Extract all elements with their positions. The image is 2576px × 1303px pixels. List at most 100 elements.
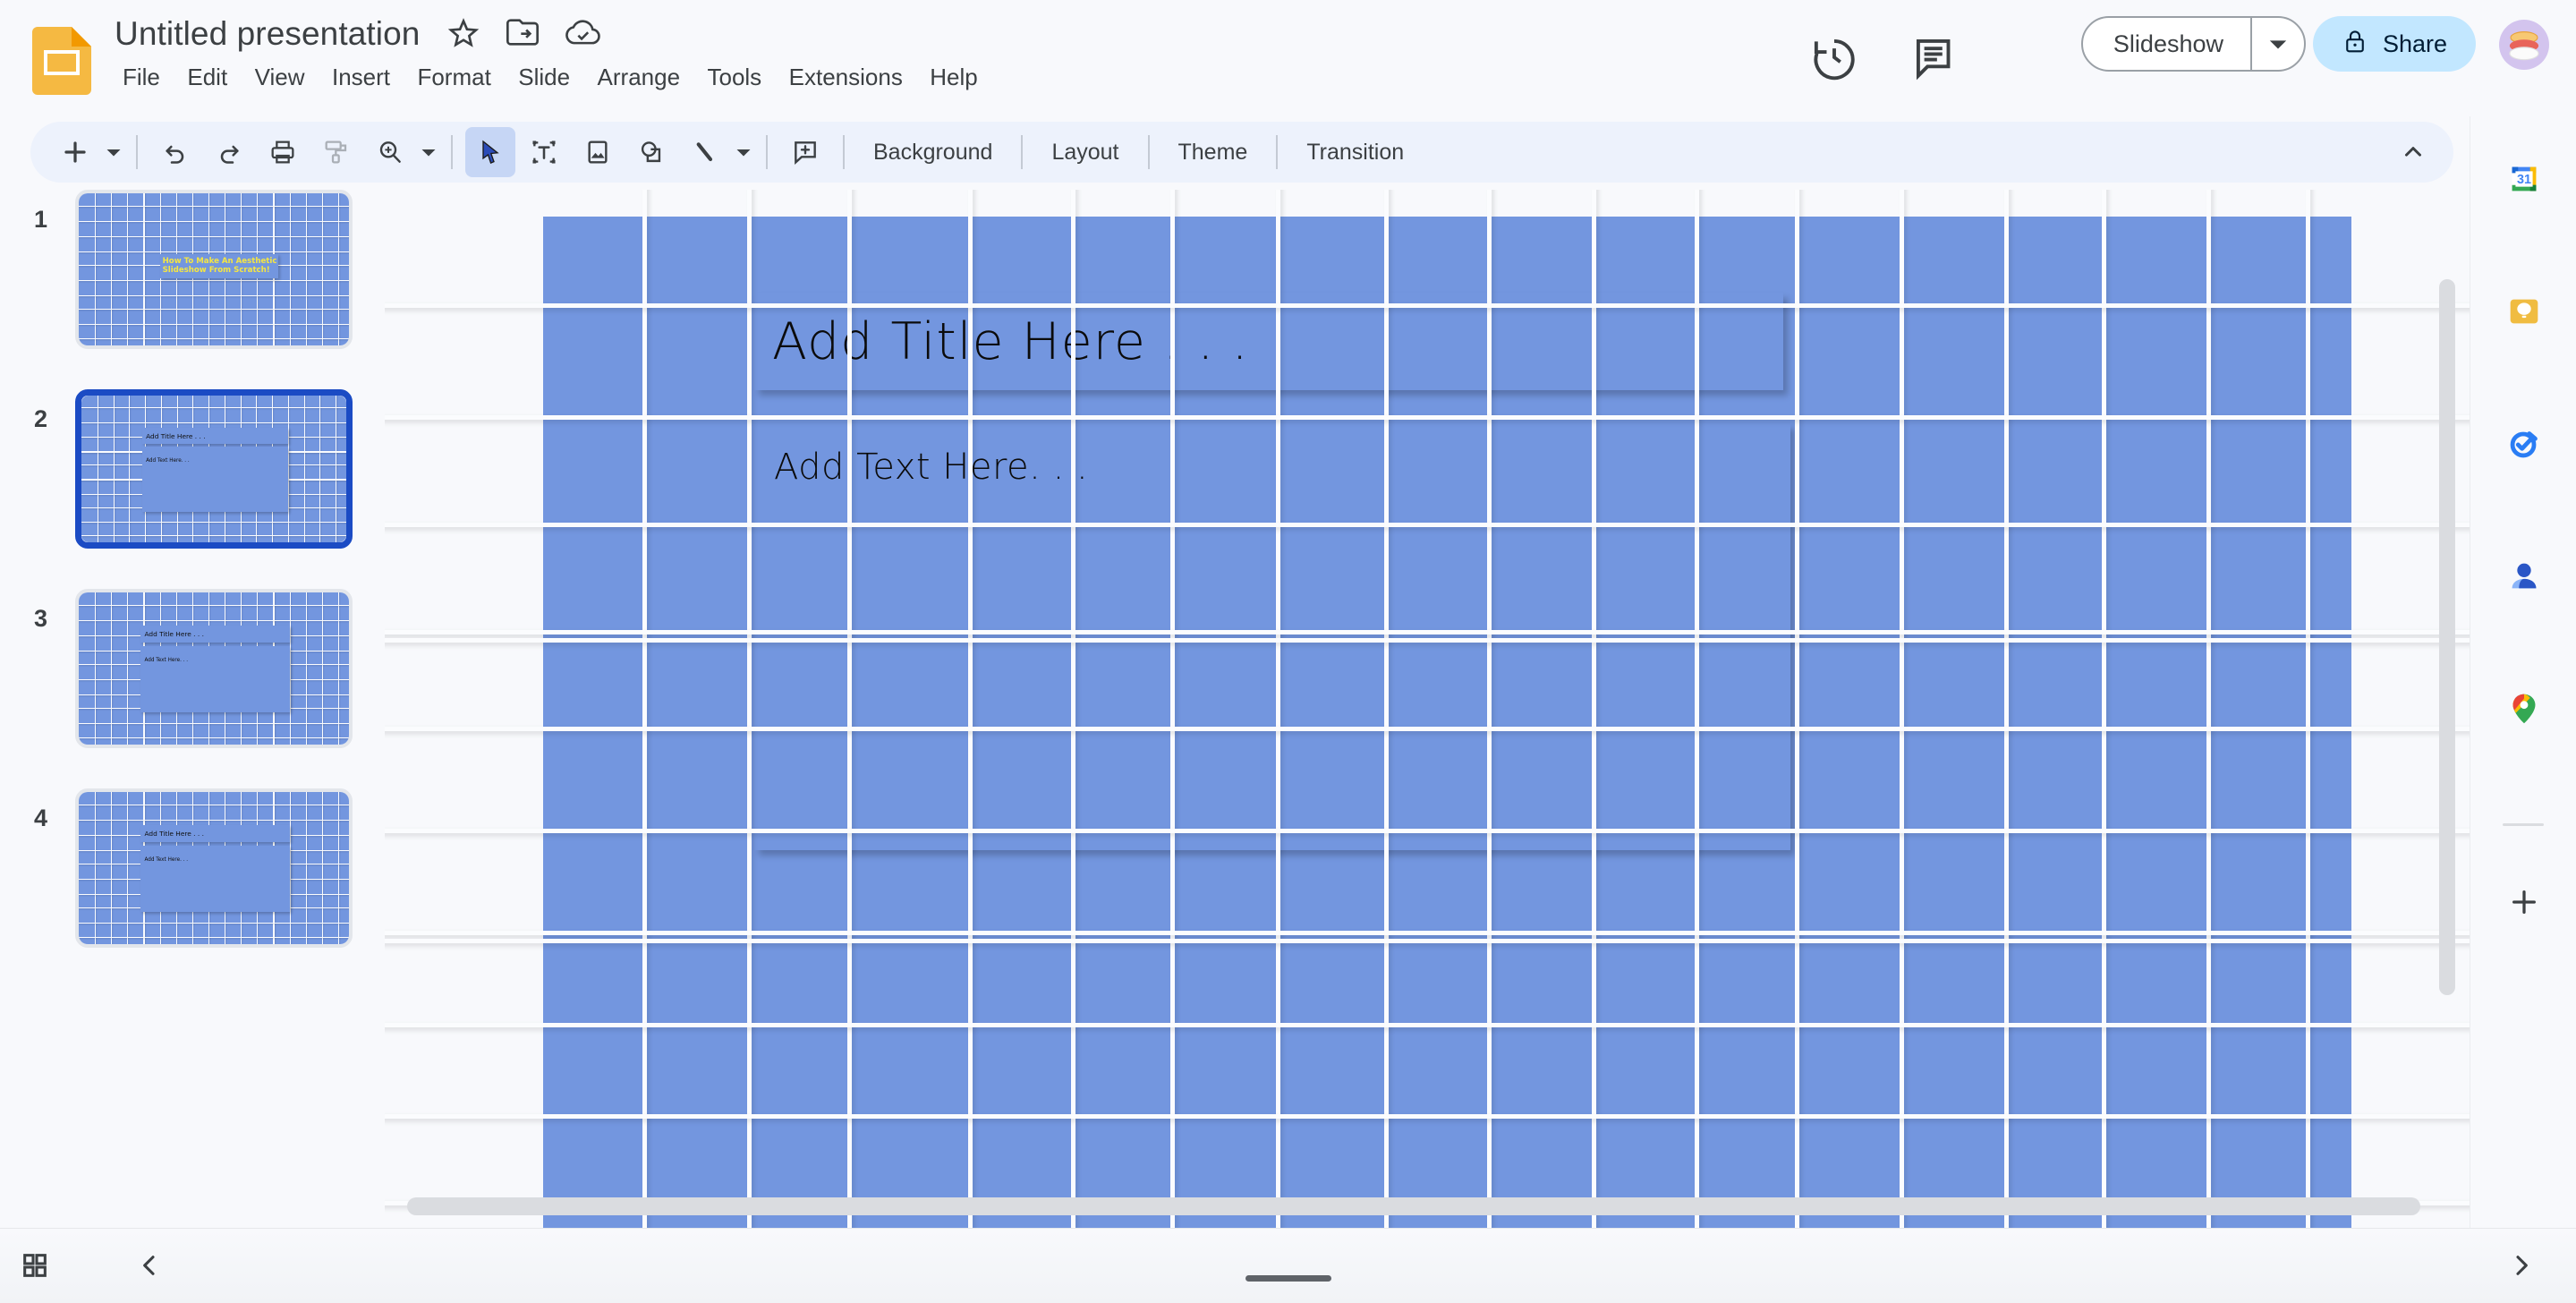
slideshow-dropdown-icon[interactable] [2252,18,2304,70]
grid-horizontal-line [385,415,2470,420]
filmstrip-slide-4[interactable]: 4 Add Title Here . . . Add Text Here. . … [0,788,385,958]
thumb-grid-horizontal-line [79,338,349,339]
slide-thumbnail-2[interactable]: Add Title Here . . . Add Text Here. . . [75,389,353,549]
filmstrip-slide-3[interactable]: 3 Add Title Here . . . Add Text Here. . … [0,589,385,759]
comment-icon[interactable] [780,127,830,177]
select-icon[interactable] [465,127,515,177]
vertical-scrollbar[interactable] [2439,279,2455,995]
move-to-folder-icon[interactable] [505,14,546,54]
menu-tools[interactable]: Tools [695,57,773,97]
current-slide[interactable]: Add Title Here . . . Add Text Here. . . [543,217,2351,1228]
paint-format-icon[interactable] [311,127,361,177]
star-icon[interactable] [446,14,487,54]
redo-icon[interactable] [204,127,254,177]
share-label: Share [2383,30,2447,58]
grid-horizontal-line [385,303,2470,308]
thumb-grid-vertical-line [338,792,339,944]
thumb-grid-vertical-line [95,792,96,944]
toolbar-collapse-button[interactable] [2400,122,2427,183]
menu-slide[interactable]: Slide [506,57,582,97]
new-slide-caret-icon[interactable] [102,127,125,177]
grid-horizontal-line [385,931,2470,935]
slide-canvas-area[interactable]: Add Title Here . . . Add Text Here. . . [385,190,2470,1228]
menu-file[interactable]: File [111,57,172,97]
zoom-caret-icon[interactable] [417,127,440,177]
google-keep-icon[interactable] [2499,286,2549,336]
slide-thumbnail-4-content: Add Title Here . . . Add Text Here. . . [79,792,349,944]
document-title[interactable]: Untitled presentation [109,13,425,55]
insert-image-icon[interactable] [573,127,623,177]
google-maps-icon[interactable] [2499,684,2549,734]
new-slide-icon[interactable] [50,127,100,177]
add-on-plus-icon[interactable] [2499,877,2549,927]
thumb-grid-vertical-line [338,193,339,345]
notes-drag-handle[interactable] [1245,1275,1331,1282]
slide-thumbnail-4[interactable]: Add Title Here . . . Add Text Here. . . [75,788,353,948]
slideshow-button-group[interactable]: Slideshow [2081,16,2306,72]
slide-thumbnail-1[interactable]: How To Make An Aesthetic Slideshow From … [75,190,353,349]
grid-view-icon[interactable] [9,1239,61,1291]
thumb-grid-horizontal-line [81,535,346,536]
grid-vertical-line [1276,190,1280,1228]
thumb-grid-horizontal-line [79,251,349,252]
thumb-grid-vertical-line [338,592,339,745]
line-caret-icon[interactable] [732,127,755,177]
transition-button[interactable]: Transition [1288,132,1422,173]
print-icon[interactable] [258,127,308,177]
menu-edit[interactable]: Edit [175,57,239,97]
grid-vertical-line [1900,190,1904,1228]
grid-vertical-line [1384,190,1389,1228]
text-box-icon[interactable] [519,127,569,177]
horizontal-scrollbar[interactable] [407,1197,2420,1215]
zoom-icon[interactable] [365,127,415,177]
user-avatar[interactable] [2499,20,2549,70]
layout-button[interactable]: Layout [1033,132,1136,173]
google-slides-logo[interactable] [32,27,91,95]
toolbar: Background Layout Theme Transition [30,122,2453,183]
slide-body-placeholder[interactable]: Add Text Here. . . [754,423,1790,850]
thumb-grid-vertical-line [304,396,305,542]
collapse-filmstrip-icon[interactable] [123,1239,175,1291]
thumb-grid-horizontal-line [79,937,349,938]
slide-2-title-text: Add Title Here . . . [146,432,205,440]
toolbar-divider-3 [766,135,768,169]
google-apps-side-panel: 31 [2470,116,2576,1228]
saved-to-drive-icon[interactable] [565,14,606,54]
google-contacts-icon[interactable] [2499,551,2549,601]
shape-icon[interactable] [626,127,676,177]
menu-help[interactable]: Help [918,57,989,97]
slide-thumbnail-3[interactable]: Add Title Here . . . Add Text Here. . . [75,589,353,748]
menu-arrange[interactable]: Arrange [586,57,693,97]
menu-view[interactable]: View [243,57,317,97]
toolbar-divider-7 [1276,135,1278,169]
thumb-grid-horizontal-line [79,820,349,821]
menu-insert[interactable]: Insert [320,57,402,97]
slide-body-text: Add Text Here. . . [774,447,1088,488]
thumb-grid-vertical-line [290,592,291,745]
grid-vertical-line [747,190,752,1228]
menu-format[interactable]: Format [405,57,502,97]
google-calendar-icon[interactable]: 31 [2499,154,2549,204]
google-tasks-icon[interactable] [2499,419,2549,469]
comment-history-icon[interactable] [1907,30,1962,85]
theme-button[interactable]: Theme [1160,132,1266,173]
thumb-grid-vertical-line [143,193,144,345]
line-icon[interactable] [680,127,730,177]
slide-1-title-text: How To Make An Aesthetic Slideshow From … [163,258,279,275]
expand-panel-icon[interactable] [2495,1239,2547,1291]
filmstrip-slide-2[interactable]: 2 Add Title Here . . . Add Text Here. . … [0,389,385,559]
thumb-grid-horizontal-line [79,206,349,207]
undo-icon[interactable] [150,127,200,177]
version-history-icon[interactable] [1807,30,1862,85]
slide-filmstrip[interactable]: 1 How To Make An Aesthetic Slideshow Fro… [0,190,385,1228]
toolbar-divider-4 [843,135,845,169]
menu-bar: File Edit View Insert Format Slide Arran… [111,57,990,97]
background-button[interactable]: Background [855,132,1010,173]
share-button[interactable]: Share [2313,16,2476,72]
menu-extensions[interactable]: Extensions [778,57,914,97]
slide-4-body-text: Add Text Here. . . [144,857,188,863]
filmstrip-slide-1[interactable]: 1 How To Make An Aesthetic Slideshow Fro… [0,190,385,360]
slideshow-button[interactable]: Slideshow [2083,18,2250,70]
thumb-grid-horizontal-line [79,236,349,237]
thumb-grid-horizontal-line [79,324,349,325]
